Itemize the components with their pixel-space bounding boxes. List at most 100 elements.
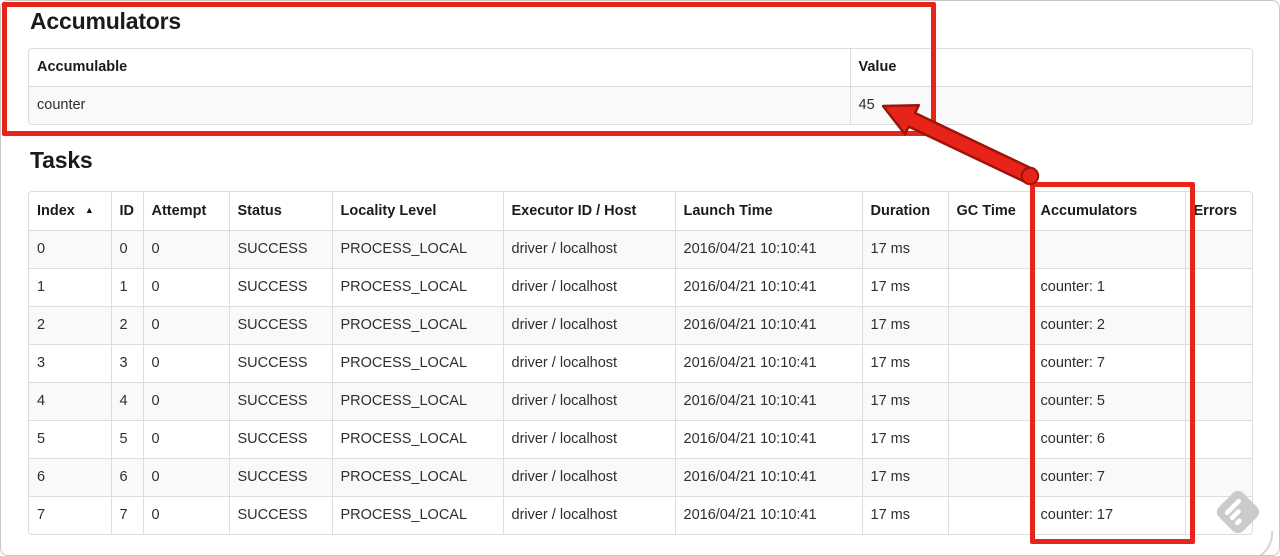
locality-level-cell: PROCESS_LOCAL <box>331 458 503 497</box>
launch-time-cell: 2016/04/21 10:10:41 <box>674 382 862 421</box>
task-row: 3 3 0 SUCCESS PROCESS_LOCAL driver / loc… <box>29 344 1252 383</box>
attempt-cell: 0 <box>142 382 229 421</box>
spark-stage-details-page: Accumulators Accumulable Value counter 4… <box>0 0 1280 556</box>
column-header-value: Value <box>849 49 1252 87</box>
errors-cell <box>1184 268 1252 307</box>
executor-id-host-cell: driver / localhost <box>502 230 675 269</box>
column-header-attempt[interactable]: Attempt <box>142 192 229 231</box>
column-header-index-label: Index <box>37 203 75 219</box>
attempt-cell: 0 <box>142 496 229 534</box>
tasks-section-title: Tasks <box>30 147 93 173</box>
status-cell: SUCCESS <box>228 382 332 421</box>
duration-cell: 17 ms <box>861 230 948 269</box>
index-cell: 3 <box>29 344 111 383</box>
task-row: 7 7 0 SUCCESS PROCESS_LOCAL driver / loc… <box>29 496 1252 534</box>
launch-time-cell: 2016/04/21 10:10:41 <box>674 230 862 269</box>
accumulators-cell: counter: 17 <box>1031 496 1185 534</box>
attempt-cell: 0 <box>142 458 229 497</box>
column-header-accumulable: Accumulable <box>37 59 128 75</box>
task-row: 4 4 0 SUCCESS PROCESS_LOCAL driver / loc… <box>29 382 1252 421</box>
column-header-id[interactable]: ID <box>110 192 143 231</box>
task-row: 2 2 0 SUCCESS PROCESS_LOCAL driver / loc… <box>29 306 1252 345</box>
id-cell: 2 <box>110 306 143 345</box>
column-header-status[interactable]: Status <box>228 192 332 231</box>
launch-time-cell: 2016/04/21 10:10:41 <box>674 458 862 497</box>
status-cell: SUCCESS <box>228 230 332 269</box>
status-cell: SUCCESS <box>228 496 332 534</box>
sort-ascending-icon: ▲ <box>84 205 94 215</box>
attempt-cell: 0 <box>142 268 229 307</box>
launch-time-cell: 2016/04/21 10:10:41 <box>674 420 862 459</box>
errors-cell <box>1184 420 1252 459</box>
index-cell: 0 <box>29 230 111 269</box>
locality-level-cell: PROCESS_LOCAL <box>331 230 503 269</box>
column-header-duration[interactable]: Duration <box>861 192 948 231</box>
column-header-index[interactable]: Index ▲ <box>29 192 111 231</box>
executor-id-host-cell: driver / localhost <box>502 382 675 421</box>
gc-time-cell <box>947 268 1032 307</box>
id-cell: 1 <box>110 268 143 307</box>
launch-time-cell: 2016/04/21 10:10:41 <box>674 344 862 383</box>
id-cell: 0 <box>110 230 143 269</box>
tasks-table: Index ▲ ID Attempt Status Locality Level … <box>28 191 1253 535</box>
gc-time-cell <box>947 306 1032 345</box>
id-cell: 5 <box>110 420 143 459</box>
duration-cell: 17 ms <box>861 496 948 534</box>
column-header-launch-time[interactable]: Launch Time <box>674 192 862 231</box>
duration-cell: 17 ms <box>861 458 948 497</box>
attempt-cell: 0 <box>142 230 229 269</box>
corner-artifact <box>1259 530 1274 556</box>
index-cell: 2 <box>29 306 111 345</box>
locality-level-cell: PROCESS_LOCAL <box>331 496 503 534</box>
index-cell: 4 <box>29 382 111 421</box>
accumulable-name-cell: counter <box>29 86 850 124</box>
status-cell: SUCCESS <box>228 420 332 459</box>
id-cell: 3 <box>110 344 143 383</box>
locality-level-cell: PROCESS_LOCAL <box>331 344 503 383</box>
executor-id-host-cell: driver / localhost <box>502 344 675 383</box>
gc-time-cell <box>947 344 1032 383</box>
accumulator-row: counter 45 <box>29 86 1252 124</box>
accumulators-cell <box>1031 230 1185 269</box>
launch-time-cell: 2016/04/21 10:10:41 <box>674 496 862 534</box>
duration-cell: 17 ms <box>861 420 948 459</box>
index-cell: 1 <box>29 268 111 307</box>
accumulators-cell: counter: 6 <box>1031 420 1185 459</box>
duration-cell: 17 ms <box>861 268 948 307</box>
accumulable-value-cell: 45 <box>849 86 1252 124</box>
errors-cell <box>1184 306 1252 345</box>
errors-cell <box>1184 496 1252 534</box>
locality-level-cell: PROCESS_LOCAL <box>331 306 503 345</box>
column-header-errors[interactable]: Errors <box>1184 192 1252 231</box>
status-cell: SUCCESS <box>228 458 332 497</box>
task-row: 0 0 0 SUCCESS PROCESS_LOCAL driver / loc… <box>29 230 1252 269</box>
duration-cell: 17 ms <box>861 344 948 383</box>
status-cell: SUCCESS <box>228 268 332 307</box>
gc-time-cell <box>947 382 1032 421</box>
accumulators-cell: counter: 1 <box>1031 268 1185 307</box>
task-row: 1 1 0 SUCCESS PROCESS_LOCAL driver / loc… <box>29 268 1252 307</box>
column-header-executor-id-host[interactable]: Executor ID / Host <box>502 192 675 231</box>
executor-id-host-cell: driver / localhost <box>502 420 675 459</box>
column-header-gc-time[interactable]: GC Time <box>947 192 1032 231</box>
executor-id-host-cell: driver / localhost <box>502 458 675 497</box>
id-cell: 6 <box>110 458 143 497</box>
index-cell: 5 <box>29 420 111 459</box>
duration-cell: 17 ms <box>861 306 948 345</box>
accumulators-cell: counter: 7 <box>1031 458 1185 497</box>
column-header-locality-level[interactable]: Locality Level <box>331 192 503 231</box>
errors-cell <box>1184 458 1252 497</box>
id-cell: 7 <box>110 496 143 534</box>
gc-time-cell <box>947 496 1032 534</box>
accumulators-cell: counter: 5 <box>1031 382 1185 421</box>
attempt-cell: 0 <box>142 344 229 383</box>
launch-time-cell: 2016/04/21 10:10:41 <box>674 268 862 307</box>
duration-cell: 17 ms <box>861 382 948 421</box>
column-header-accumulators[interactable]: Accumulators <box>1031 192 1185 231</box>
accumulators-cell: counter: 7 <box>1031 344 1185 383</box>
locality-level-cell: PROCESS_LOCAL <box>331 382 503 421</box>
executor-id-host-cell: driver / localhost <box>502 306 675 345</box>
tasks-header-row: Index ▲ ID Attempt Status Locality Level … <box>29 192 1252 231</box>
accumulators-cell: counter: 2 <box>1031 306 1185 345</box>
locality-level-cell: PROCESS_LOCAL <box>331 420 503 459</box>
